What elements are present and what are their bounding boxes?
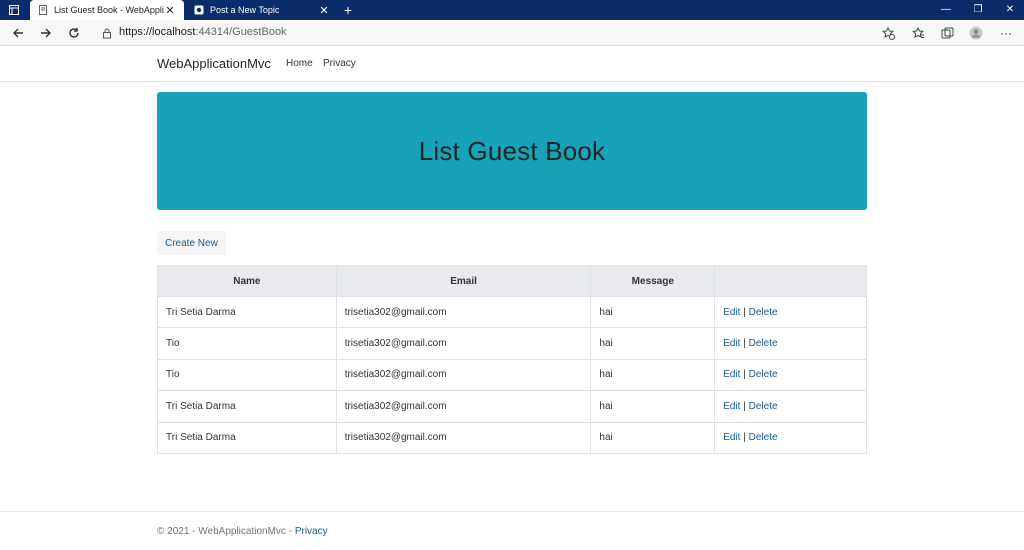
delete-link[interactable]: Delete — [749, 432, 778, 443]
tab-list-guest-book[interactable]: List Guest Book - WebApplication ✕ — [30, 0, 184, 20]
edit-link[interactable]: Edit — [723, 432, 740, 443]
table-header-row: Name Email Message — [157, 265, 867, 297]
cell-name: Tri Setia Darma — [157, 295, 337, 329]
minimize-button[interactable]: — — [930, 0, 962, 20]
edit-link[interactable]: Edit — [723, 401, 740, 412]
cell-email: trisetia302@gmail.com — [335, 390, 592, 423]
table-row: Tri Setia Darma trisetia302@gmail.com ha… — [157, 421, 867, 454]
close-tab-icon[interactable]: ✕ — [318, 4, 330, 17]
profile-button[interactable] — [966, 23, 986, 43]
header-actions — [714, 265, 867, 297]
cell-name: Tri Setia Darma — [157, 390, 337, 423]
footer-privacy-link[interactable]: Privacy — [295, 526, 328, 537]
collections-button[interactable] — [937, 23, 957, 43]
cell-name: Tio — [157, 327, 337, 360]
browser-titlebar: List Guest Book - WebApplication ✕ Post … — [0, 0, 1024, 20]
cell-actions: Edit | Delete — [714, 358, 867, 392]
footer-text: © 2021 - WebApplicationMvc - Privacy — [157, 526, 328, 537]
edit-link[interactable]: Edit — [723, 338, 740, 349]
cell-name: Tri Setia Darma — [157, 421, 337, 454]
new-tab-button[interactable]: + — [340, 0, 356, 20]
delete-link[interactable]: Delete — [749, 338, 778, 349]
cell-name: Tio — [157, 358, 337, 392]
forum-icon — [194, 5, 204, 15]
table-row: Tri Setia Darma trisetia302@gmail.com ha… — [157, 390, 867, 423]
table-row: Tio trisetia302@gmail.com hai Edit | Del… — [157, 358, 867, 392]
delete-link[interactable]: Delete — [749, 401, 778, 412]
cell-message: hai — [590, 295, 716, 329]
browser-toolbar: https://localhost:44314/GuestBook ··· — [0, 20, 1024, 46]
refresh-button[interactable] — [64, 23, 84, 43]
lock-icon[interactable] — [101, 27, 113, 39]
tab-title: Post a New Topic — [210, 5, 280, 15]
delete-link[interactable]: Delete — [749, 307, 778, 318]
avatar-icon — [969, 26, 983, 40]
nav-home[interactable]: Home — [286, 58, 313, 69]
page-footer: © 2021 - WebApplicationMvc - Privacy — [0, 511, 1024, 550]
url-path: :44314/GuestBook — [195, 26, 287, 38]
guestbook-table: Name Email Message Tri Setia Darma trise… — [157, 265, 867, 454]
cell-actions: Edit | Delete — [714, 390, 867, 423]
link-separator: | — [743, 400, 746, 412]
tab-title: List Guest Book - WebApplication — [54, 5, 164, 15]
refresh-icon — [69, 28, 79, 38]
cell-message: hai — [590, 421, 716, 454]
link-separator: | — [743, 432, 746, 444]
page-title: List Guest Book — [418, 135, 606, 166]
app-navbar: WebApplicationMvc Home Privacy — [0, 46, 1024, 82]
cell-email: trisetia302@gmail.com — [335, 327, 592, 360]
back-button[interactable] — [8, 23, 28, 43]
address-field[interactable]: https://localhost:44314/GuestBook — [119, 26, 287, 38]
page-icon — [38, 5, 48, 15]
cell-message: hai — [590, 390, 716, 423]
cell-actions: Edit | Delete — [714, 295, 867, 329]
close-window-button[interactable]: ✕ — [994, 0, 1024, 20]
copyright-text: © 2021 - WebApplicationMvc - — [157, 526, 295, 537]
forward-button[interactable] — [36, 23, 56, 43]
table-row: Tio trisetia302@gmail.com hai Edit | Del… — [157, 327, 867, 360]
link-separator: | — [743, 369, 746, 381]
back-arrow-icon — [13, 28, 23, 38]
favorites-button[interactable] — [908, 23, 928, 43]
cell-email: trisetia302@gmail.com — [335, 358, 592, 392]
tab-post-a-new-topic[interactable]: Post a New Topic ✕ — [186, 0, 338, 20]
window-menu-icon[interactable] — [0, 0, 28, 20]
add-favorite-button[interactable] — [878, 23, 898, 43]
link-separator: | — [743, 306, 746, 318]
header-message: Message — [590, 265, 716, 297]
brand-link[interactable]: WebApplicationMvc — [157, 56, 271, 71]
cell-message: hai — [590, 327, 716, 360]
link-separator: | — [743, 338, 746, 350]
header-name: Name — [157, 265, 337, 297]
url-host: https://localhost — [119, 26, 196, 38]
cell-email: trisetia302@gmail.com — [335, 421, 592, 454]
delete-link[interactable]: Delete — [749, 369, 778, 380]
star-add-icon — [881, 26, 895, 40]
cell-actions: Edit | Delete — [714, 421, 867, 454]
jumbotron: List Guest Book — [157, 92, 867, 210]
create-new-link[interactable]: Create New — [157, 231, 226, 255]
header-email: Email — [335, 265, 592, 297]
cell-email: trisetia302@gmail.com — [335, 295, 592, 329]
table-row: Tri Setia Darma trisetia302@gmail.com ha… — [157, 295, 867, 329]
close-tab-icon[interactable]: ✕ — [164, 4, 176, 17]
cell-message: hai — [590, 358, 716, 392]
forward-arrow-icon — [41, 28, 51, 38]
collections-icon — [941, 27, 953, 38]
edit-link[interactable]: Edit — [723, 369, 740, 380]
edit-link[interactable]: Edit — [723, 307, 740, 318]
more-menu-button[interactable]: ··· — [996, 23, 1016, 43]
restore-button[interactable]: ❐ — [962, 0, 994, 20]
favorites-icon — [911, 26, 924, 38]
cell-actions: Edit | Delete — [714, 327, 867, 360]
nav-privacy[interactable]: Privacy — [323, 58, 356, 69]
